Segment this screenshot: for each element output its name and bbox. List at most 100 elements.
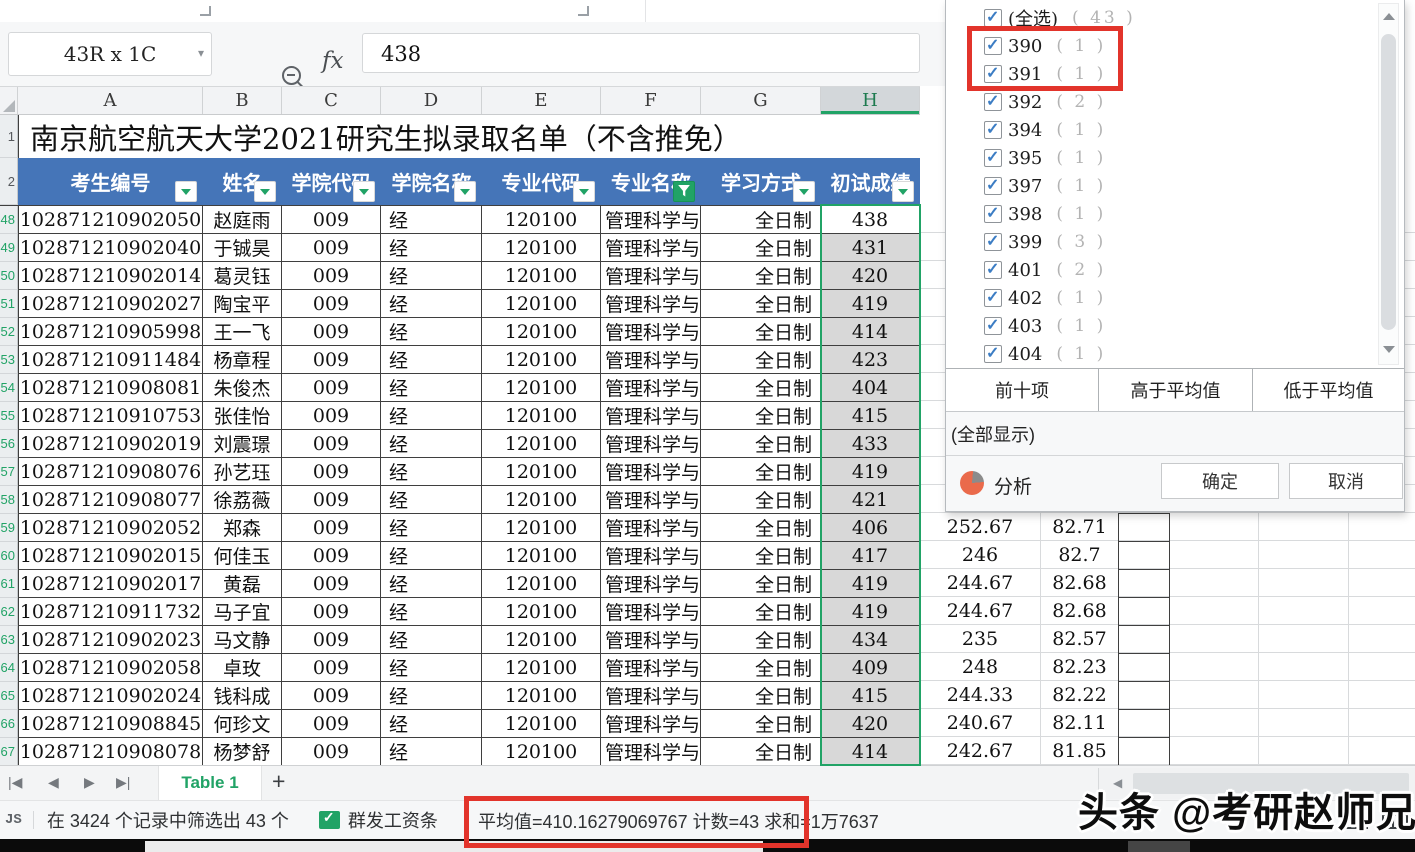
cell-candidate-id[interactable]: 102871210902058 [18,654,203,682]
cell-study-mode[interactable]: 全日制 [701,626,821,654]
cell-college-code[interactable]: 009 [282,262,381,290]
cell-college-name[interactable]: 经 [381,374,482,402]
cell-candidate-id[interactable]: 102871210911732 [18,598,203,626]
column-header-a[interactable]: A [18,87,203,114]
filter-list-item[interactable]: ✓ 404 ( 1 ) [946,340,1371,368]
header-major-name[interactable]: 专业名称 [601,158,701,205]
cell-score[interactable]: 419 [821,458,920,486]
cell-score[interactable]: 404 [821,374,920,402]
cell-score[interactable]: 433 [821,430,920,458]
js-macro-icon[interactable]: JS [5,812,22,828]
cell-study-mode[interactable]: 全日制 [701,346,821,374]
column-header-c[interactable]: C [282,87,381,114]
filter-dropdown-button[interactable] [454,181,476,202]
next-sheet-icon[interactable]: ▶ [84,774,95,791]
cell-major-code[interactable]: 120100 [482,486,601,514]
cell-study-mode[interactable]: 全日制 [701,738,821,766]
cell-college-code[interactable]: 009 [282,570,381,598]
column-header-d[interactable]: D [381,87,482,114]
column-header-e[interactable]: E [482,87,601,114]
cell-college-name[interactable]: 经 [381,402,482,430]
cell-score[interactable]: 421 [821,486,920,514]
cell-name[interactable]: 钱科成 [203,682,282,710]
cell-college-name[interactable]: 经 [381,346,482,374]
cell-major-code[interactable]: 120100 [482,346,601,374]
cell-major-code[interactable]: 120100 [482,542,601,570]
cell-major-name[interactable]: 管理科学与 [601,234,701,262]
row-number[interactable]: 54 [0,374,18,402]
checkbox-checked[interactable]: ✓ [984,205,1002,223]
cell-major-name[interactable]: 管理科学与 [601,206,701,234]
cell-study-mode[interactable]: 全日制 [701,598,821,626]
cell-major-name[interactable]: 管理科学与 [601,626,701,654]
cell-major-code[interactable]: 120100 [482,514,601,542]
cell-major-name[interactable]: 管理科学与 [601,458,701,486]
checkbox-checked[interactable]: ✓ [984,65,1002,83]
cell-weighted-score[interactable]: 82.68 [1040,569,1118,597]
filter-list-item[interactable]: ✓ 397 ( 1 ) [946,172,1371,200]
cell-college-code[interactable]: 009 [282,374,381,402]
cell-major-code[interactable]: 120100 [482,206,601,234]
row-number[interactable]: 53 [0,346,18,374]
cell-college-name[interactable]: 经 [381,234,482,262]
cell-score[interactable]: 423 [821,346,920,374]
cell-name[interactable]: 何珍文 [203,710,282,738]
cell-name[interactable]: 何佳玉 [203,542,282,570]
filter-dropdown-button[interactable] [892,181,914,202]
cell-name[interactable]: 于铖昊 [203,234,282,262]
cell-major-code[interactable]: 120100 [482,318,601,346]
cell-retest-total[interactable]: 244.33 [920,681,1040,709]
cell-college-name[interactable]: 经 [381,598,482,626]
top-ten-button[interactable]: 前十项 [946,369,1099,411]
cell-college-code[interactable]: 009 [282,458,381,486]
scrollbar-thumb[interactable] [1381,34,1396,330]
checkbox-checked[interactable]: ✓ [984,289,1002,307]
header-college-code[interactable]: 学院代码 [282,158,381,205]
filter-active-funnel-button[interactable] [673,181,695,202]
select-all-corner[interactable] [0,87,18,114]
row-number[interactable]: 67 [0,738,18,766]
show-all-link[interactable]: (全部显示) [946,412,1404,456]
chevron-down-icon[interactable]: ▾ [198,46,204,60]
cell-score[interactable]: 415 [821,682,920,710]
cell-candidate-id[interactable]: 102871210908078 [18,738,203,766]
filter-list-item[interactable]: ✓ 394 ( 1 ) [946,116,1371,144]
cell-score[interactable]: 419 [821,290,920,318]
header-major-code[interactable]: 专业代码 [482,158,601,205]
cell-college-code[interactable]: 009 [282,682,381,710]
sheet-title[interactable]: 南京航空航天大学2021研究生拟录取名单（不含推免） [18,115,920,158]
cell-retest-total[interactable]: 235 [920,625,1040,653]
row-number[interactable]: 61 [0,570,18,598]
cell-candidate-id[interactable]: 102871210902019 [18,430,203,458]
checkbox-checked[interactable]: ✓ [984,121,1002,139]
cell-college-name[interactable]: 经 [381,514,482,542]
cell-score[interactable]: 415 [821,402,920,430]
cell-study-mode[interactable]: 全日制 [701,318,821,346]
cell-major-code[interactable]: 120100 [482,626,601,654]
filter-dropdown-button[interactable] [353,181,375,202]
cell-college-name[interactable]: 经 [381,262,482,290]
filter-list-item[interactable]: ✓ 390 ( 1 ) [946,32,1371,60]
header-college-name[interactable]: 学院名称 [381,158,482,205]
filter-list-item[interactable]: ✓ 395 ( 1 ) [946,144,1371,172]
cell-retest-total[interactable]: 244.67 [920,569,1040,597]
cell-major-code[interactable]: 120100 [482,234,601,262]
filter-list-item[interactable]: ✓ 402 ( 1 ) [946,284,1371,312]
cell-major-code[interactable]: 120100 [482,430,601,458]
cell-study-mode[interactable]: 全日制 [701,542,821,570]
cell-college-code[interactable]: 009 [282,626,381,654]
cell-name[interactable]: 黄磊 [203,570,282,598]
header-score[interactable]: 初试成绩 [821,158,920,205]
cell-major-name[interactable]: 管理科学与 [601,654,701,682]
row-number[interactable]: 52 [0,318,18,346]
cell-college-name[interactable]: 经 [381,738,482,766]
cell-college-name[interactable]: 经 [381,682,482,710]
cell-college-name[interactable]: 经 [381,318,482,346]
column-header-b[interactable]: B [203,87,282,114]
cell-major-code[interactable]: 120100 [482,738,601,766]
cell-candidate-id[interactable]: 102871210902017 [18,570,203,598]
cell-study-mode[interactable]: 全日制 [701,290,821,318]
checkbox-checked[interactable]: ✓ [984,233,1002,251]
cell-college-code[interactable]: 009 [282,234,381,262]
row-number[interactable]: 63 [0,626,18,654]
